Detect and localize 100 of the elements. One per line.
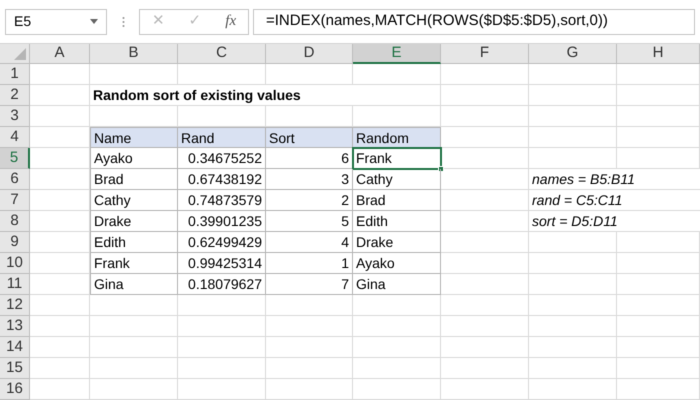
table-cell[interactable]: Brad [90, 169, 178, 190]
table-cell[interactable]: Ayako [353, 253, 441, 274]
empty-cell[interactable] [529, 379, 617, 400]
empty-cell[interactable] [90, 64, 178, 85]
row-header[interactable]: 2 [0, 85, 30, 106]
row-header[interactable]: 14 [0, 337, 30, 358]
table-cell[interactable]: Frank [353, 148, 441, 169]
table-cell[interactable]: 1 [266, 253, 353, 274]
table-cell[interactable]: 0.18079627 [178, 274, 266, 295]
empty-cell[interactable] [266, 316, 353, 337]
table-cell[interactable]: Drake [90, 211, 178, 232]
table-cell[interactable]: 0.62499429 [178, 232, 266, 253]
fill-handle[interactable] [438, 166, 444, 172]
empty-cell[interactable] [266, 379, 353, 400]
empty-cell[interactable] [617, 379, 700, 400]
empty-cell[interactable] [90, 379, 178, 400]
select-all-icon[interactable] [14, 48, 26, 60]
column-header[interactable]: A [30, 44, 90, 64]
column-header[interactable]: F [441, 44, 529, 64]
empty-cell[interactable] [441, 211, 529, 232]
empty-cell[interactable] [441, 106, 529, 127]
empty-cell[interactable] [178, 316, 266, 337]
table-cell[interactable]: 4 [266, 232, 353, 253]
empty-cell[interactable] [353, 316, 441, 337]
empty-cell[interactable] [441, 337, 529, 358]
row-header[interactable]: 9 [0, 232, 30, 253]
formula-field[interactable]: =INDEX(names,MATCH(ROWS($D$5:$D5),sort,0)) [253, 8, 695, 34]
empty-cell[interactable] [617, 358, 700, 379]
table-cell[interactable]: 6 [266, 148, 353, 169]
empty-cell[interactable] [529, 106, 617, 127]
empty-cell[interactable] [441, 295, 529, 316]
empty-cell[interactable] [90, 337, 178, 358]
table-cell[interactable]: Gina [90, 274, 178, 295]
empty-cell[interactable] [353, 64, 441, 85]
empty-cell[interactable] [617, 127, 700, 148]
table-cell[interactable]: Edith [353, 211, 441, 232]
table-cell[interactable]: 5 [266, 211, 353, 232]
table-cell[interactable]: 3 [266, 169, 353, 190]
empty-cell[interactable] [441, 253, 529, 274]
empty-cell[interactable] [617, 274, 700, 295]
empty-cell[interactable] [529, 337, 617, 358]
empty-cell[interactable] [353, 337, 441, 358]
row-header[interactable]: 12 [0, 295, 30, 316]
empty-cell[interactable] [178, 379, 266, 400]
empty-cell[interactable] [529, 253, 617, 274]
empty-cell[interactable] [529, 316, 617, 337]
empty-cell[interactable] [441, 64, 529, 85]
row-header[interactable]: 13 [0, 316, 30, 337]
empty-cell[interactable] [529, 358, 617, 379]
empty-cell[interactable] [353, 85, 441, 106]
empty-cell[interactable] [441, 190, 529, 211]
row-header[interactable]: 10 [0, 253, 30, 274]
empty-cell[interactable] [529, 295, 617, 316]
empty-cell[interactable] [441, 232, 529, 253]
empty-cell[interactable] [90, 295, 178, 316]
column-header[interactable]: C [178, 44, 266, 64]
table-cell[interactable]: Cathy [353, 169, 441, 190]
empty-cell[interactable] [90, 316, 178, 337]
empty-cell[interactable] [617, 106, 700, 127]
empty-cell[interactable] [266, 358, 353, 379]
empty-cell[interactable] [617, 253, 700, 274]
table-cell[interactable]: 2 [266, 190, 353, 211]
table-cell[interactable]: Ayako [90, 148, 178, 169]
table-cell[interactable]: 7 [266, 274, 353, 295]
empty-cell[interactable] [529, 127, 617, 148]
empty-cell[interactable] [441, 316, 529, 337]
empty-cell[interactable] [441, 274, 529, 295]
empty-cell[interactable] [178, 337, 266, 358]
table-cell[interactable]: Cathy [90, 190, 178, 211]
column-header[interactable]: G [529, 44, 617, 64]
row-header[interactable]: 5 [0, 148, 30, 169]
empty-cell[interactable] [529, 232, 617, 253]
table-cell[interactable]: Frank [90, 253, 178, 274]
empty-cell[interactable] [266, 64, 353, 85]
empty-cell[interactable] [617, 316, 700, 337]
empty-cell[interactable] [441, 379, 529, 400]
row-header[interactable]: 15 [0, 358, 30, 379]
empty-cell[interactable] [178, 295, 266, 316]
row-header[interactable]: 7 [0, 190, 30, 211]
empty-cell[interactable] [617, 295, 700, 316]
table-cell[interactable]: 0.74873579 [178, 190, 266, 211]
row-header[interactable]: 11 [0, 274, 30, 295]
empty-cell[interactable] [529, 85, 617, 106]
column-header[interactable]: D [266, 44, 353, 64]
row-header[interactable]: 16 [0, 379, 30, 400]
empty-cell[interactable] [529, 274, 617, 295]
row-header[interactable]: 4 [0, 127, 30, 148]
column-header[interactable]: H [617, 44, 700, 64]
table-cell[interactable]: Edith [90, 232, 178, 253]
empty-cell[interactable] [529, 64, 617, 85]
empty-cell[interactable] [353, 379, 441, 400]
table-cell[interactable]: Gina [353, 274, 441, 295]
empty-cell[interactable] [617, 64, 700, 85]
empty-cell[interactable] [617, 148, 700, 169]
empty-cell[interactable] [90, 358, 178, 379]
table-cell[interactable]: 0.39901235 [178, 211, 266, 232]
name-box[interactable]: E5 [5, 8, 107, 34]
empty-cell[interactable] [266, 295, 353, 316]
row-header[interactable]: 8 [0, 211, 30, 232]
empty-cell[interactable] [353, 358, 441, 379]
